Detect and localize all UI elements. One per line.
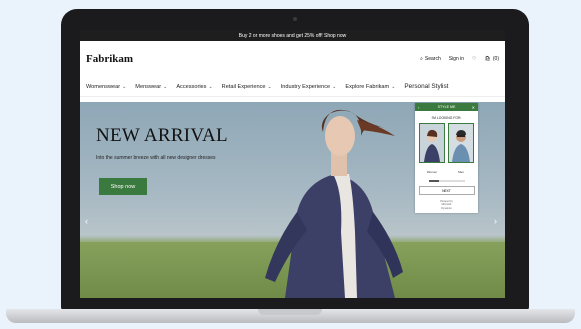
option-label: Men xyxy=(458,170,464,174)
promo-bar[interactable]: Buy 2 or more shoes and get 25% off! Sho… xyxy=(80,30,505,41)
chevron-down-icon: ⌄ xyxy=(332,83,337,90)
close-icon[interactable]: ✕ xyxy=(472,105,475,110)
option-women[interactable]: Women xyxy=(419,123,445,174)
site-header: Fabrikam ⌕ Search Sign in ♡ 🛍 (0) xyxy=(80,41,505,77)
men-photo xyxy=(448,123,474,163)
carousel-prev-icon[interactable]: ‹ xyxy=(85,216,88,226)
nav-label: Industry Experience xyxy=(280,83,331,90)
wishlist-heart-icon[interactable]: ♡ xyxy=(472,56,476,62)
header-utilities: ⌕ Search Sign in ♡ 🛍 (0) xyxy=(420,56,499,62)
cart-button[interactable]: 🛍 (0) xyxy=(485,56,499,62)
back-icon[interactable]: ‹ xyxy=(418,105,419,110)
chevron-down-icon: ⌄ xyxy=(122,83,127,90)
laptop-notch xyxy=(258,309,322,315)
nav-label: Womenswear xyxy=(86,83,121,90)
nav-item-personal-stylist[interactable]: Personal Stylist xyxy=(404,83,448,90)
search-label: Search xyxy=(424,56,441,62)
chevron-down-icon: ⌄ xyxy=(208,83,213,90)
site-logo[interactable]: Fabrikam xyxy=(86,53,133,65)
main-nav: Womenswear ⌄ Menswear ⌄ Accessories ⌄ Retai… xyxy=(80,77,505,97)
style-me-header: ‹ STYLE ME ✕ xyxy=(415,103,478,111)
option-label: Women xyxy=(426,170,438,174)
webcam-dot xyxy=(293,17,297,21)
nav-label: Menswear xyxy=(135,83,162,90)
progress-fill xyxy=(428,180,440,182)
nav-item-retail-experience[interactable]: Retail Experience ⌄ xyxy=(222,84,272,90)
style-me-options: Women Men xyxy=(415,123,478,174)
hero-banner: NEW ARRIVAL Into the summer breeze with … xyxy=(80,102,505,298)
women-photo xyxy=(419,123,445,163)
shop-now-button[interactable]: Shop now xyxy=(99,178,147,195)
nav-item-accessories[interactable]: Accessories ⌄ xyxy=(176,84,212,90)
nav-label: Personal Stylist xyxy=(404,83,449,90)
style-me-title: STYLE ME xyxy=(437,105,456,109)
promo-text[interactable]: Buy 2 or more shoes and get 25% off! Sho… xyxy=(239,33,346,39)
shopping-bag-icon: 🛍 xyxy=(484,56,491,62)
hero-subtitle: Into the summer breeze with all new desi… xyxy=(96,155,216,161)
powered-by-text: Powered by Microsoft Dynamics xyxy=(440,200,453,210)
nav-item-menswear[interactable]: Menswear ⌄ xyxy=(135,84,167,90)
browser-screen: Buy 2 or more shoes and get 25% off! Sho… xyxy=(80,30,505,298)
nav-item-womenswear[interactable]: Womenswear ⌄ xyxy=(86,84,126,90)
search-button[interactable]: ⌕ Search xyxy=(420,56,441,62)
next-button[interactable]: NEXT xyxy=(418,186,475,195)
nav-label: Accessories xyxy=(176,83,207,90)
hero-title: NEW ARRIVAL xyxy=(96,125,228,146)
hero-model-image xyxy=(265,109,403,298)
search-icon: ⌕ xyxy=(420,56,423,62)
chevron-down-icon: ⌄ xyxy=(163,83,168,90)
cart-count: (0) xyxy=(492,56,499,62)
option-men[interactable]: Men xyxy=(448,123,474,174)
style-me-widget: ‹ STYLE ME ✕ I'M LOOKING FOR: Women Men … xyxy=(415,103,478,213)
nav-item-explore-fabrikam[interactable]: Explore Fabrikam ⌄ xyxy=(345,84,395,90)
style-me-question: I'M LOOKING FOR: xyxy=(431,116,462,120)
carousel-next-icon[interactable]: › xyxy=(494,216,497,226)
chevron-down-icon: ⌄ xyxy=(391,83,396,90)
chevron-down-icon: ⌄ xyxy=(267,83,272,90)
signin-link[interactable]: Sign in xyxy=(449,56,464,62)
nav-item-industry-experience[interactable]: Industry Experience ⌄ xyxy=(281,84,337,90)
nav-label: Retail Experience xyxy=(221,83,266,90)
style-me-progress xyxy=(428,180,465,182)
nav-label: Explore Fabrikam xyxy=(345,83,390,90)
